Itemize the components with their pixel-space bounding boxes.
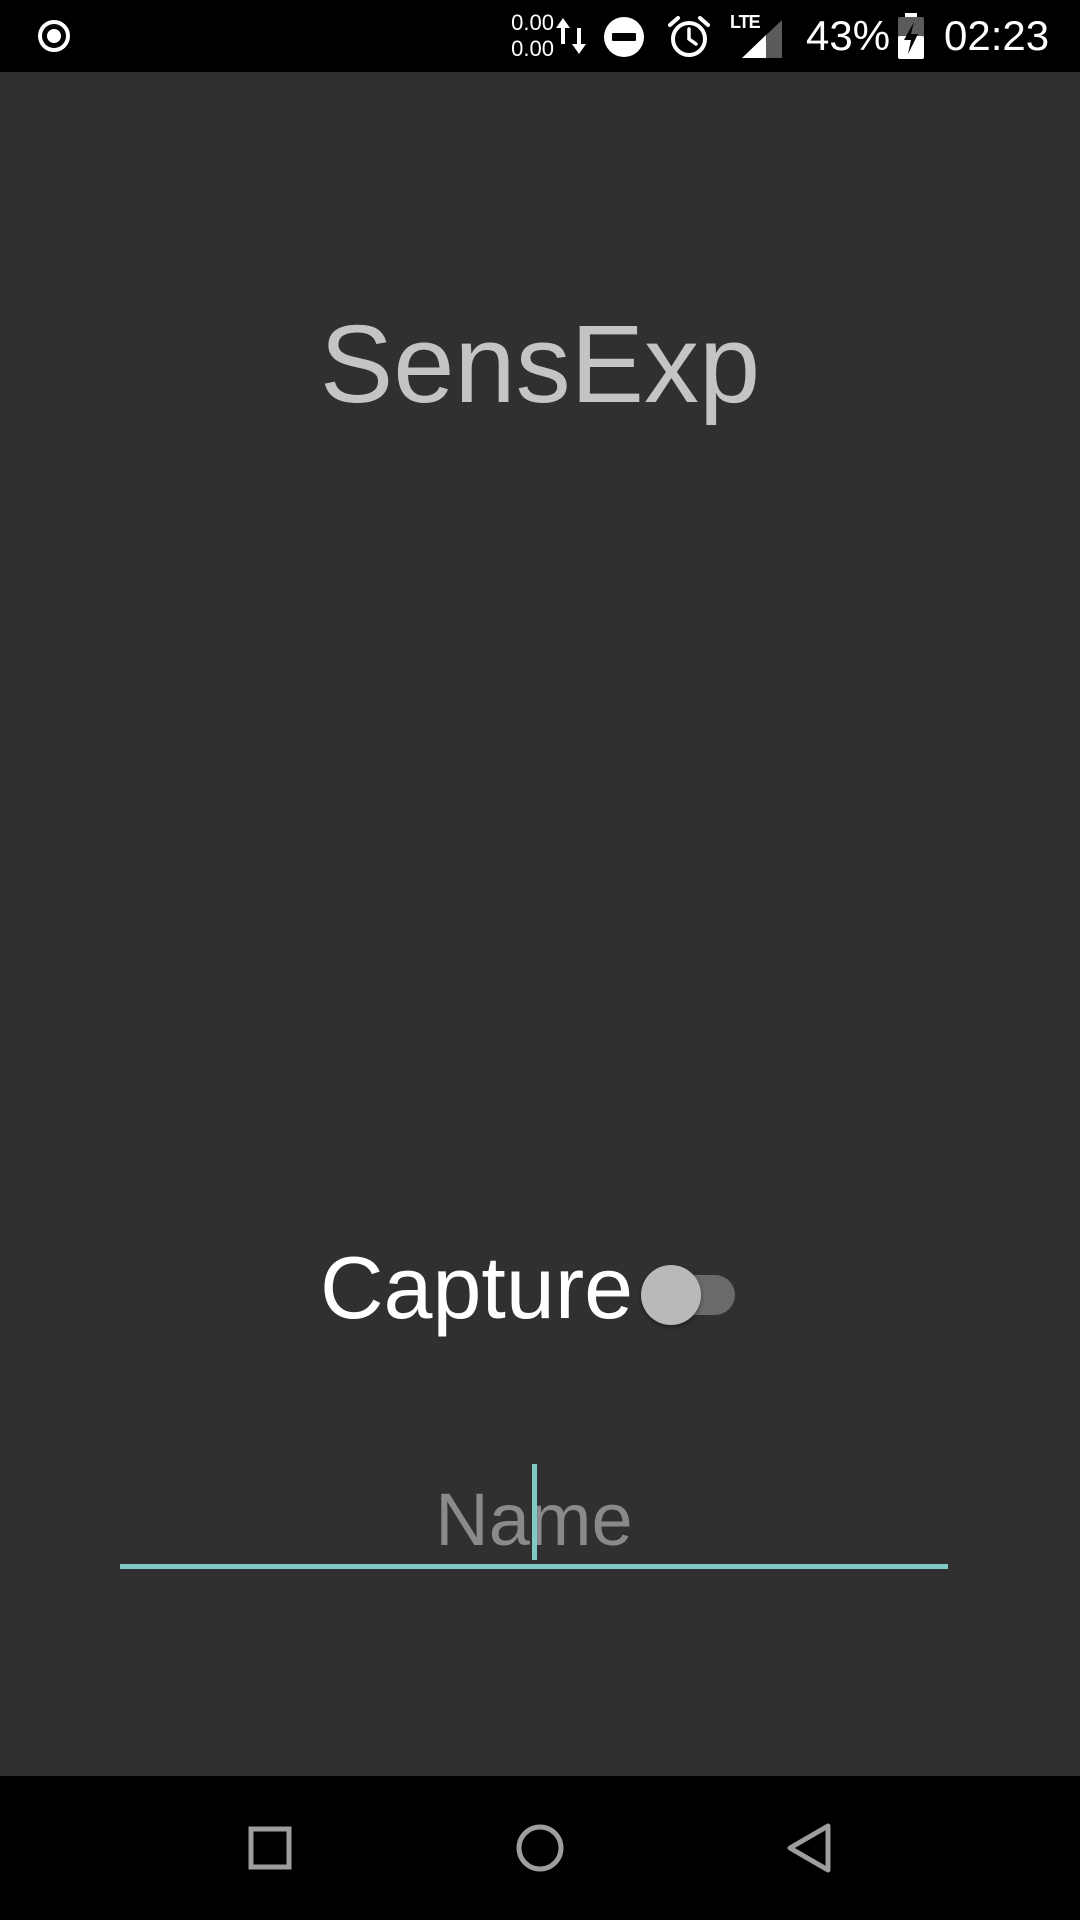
battery-percent: 43% — [806, 12, 891, 59]
capture-toggle[interactable] — [641, 1253, 741, 1325]
target-ring-icon — [38, 20, 70, 52]
capture-label: Capture — [320, 1238, 634, 1337]
do-not-disturb-icon — [604, 17, 644, 57]
network-speed: 0.00 0.00 — [500, 10, 554, 62]
triangle-back-icon[interactable] — [764, 1802, 856, 1894]
lte-label: LTE — [730, 12, 761, 32]
navigation-bar — [0, 1776, 1080, 1920]
capture-toggle-thumb — [641, 1265, 702, 1325]
app-title: SensExp — [319, 303, 761, 426]
status-clock: 02:23 — [944, 12, 1050, 59]
capture-switch-row[interactable]: Capture — [320, 1238, 741, 1338]
alarm-clock-icon — [668, 16, 710, 57]
network-speed-up: 0.00 — [511, 10, 554, 35]
name-input-underline — [120, 1564, 948, 1569]
circle-home-icon[interactable] — [494, 1802, 586, 1894]
data-arrows-icon — [556, 18, 586, 54]
network-speed-down: 0.00 — [511, 36, 554, 61]
name-input[interactable]: Name — [120, 1460, 948, 1572]
square-recents-icon[interactable] — [224, 1802, 316, 1894]
status-bar: 0.00 0.00 LTE 43% 02:23 — [0, 0, 1080, 72]
app-screen: 0.00 0.00 LTE 43% 02:23 SensExp Capture … — [0, 0, 1080, 1920]
text-cursor — [532, 1464, 537, 1560]
battery-charging-icon — [898, 13, 924, 59]
